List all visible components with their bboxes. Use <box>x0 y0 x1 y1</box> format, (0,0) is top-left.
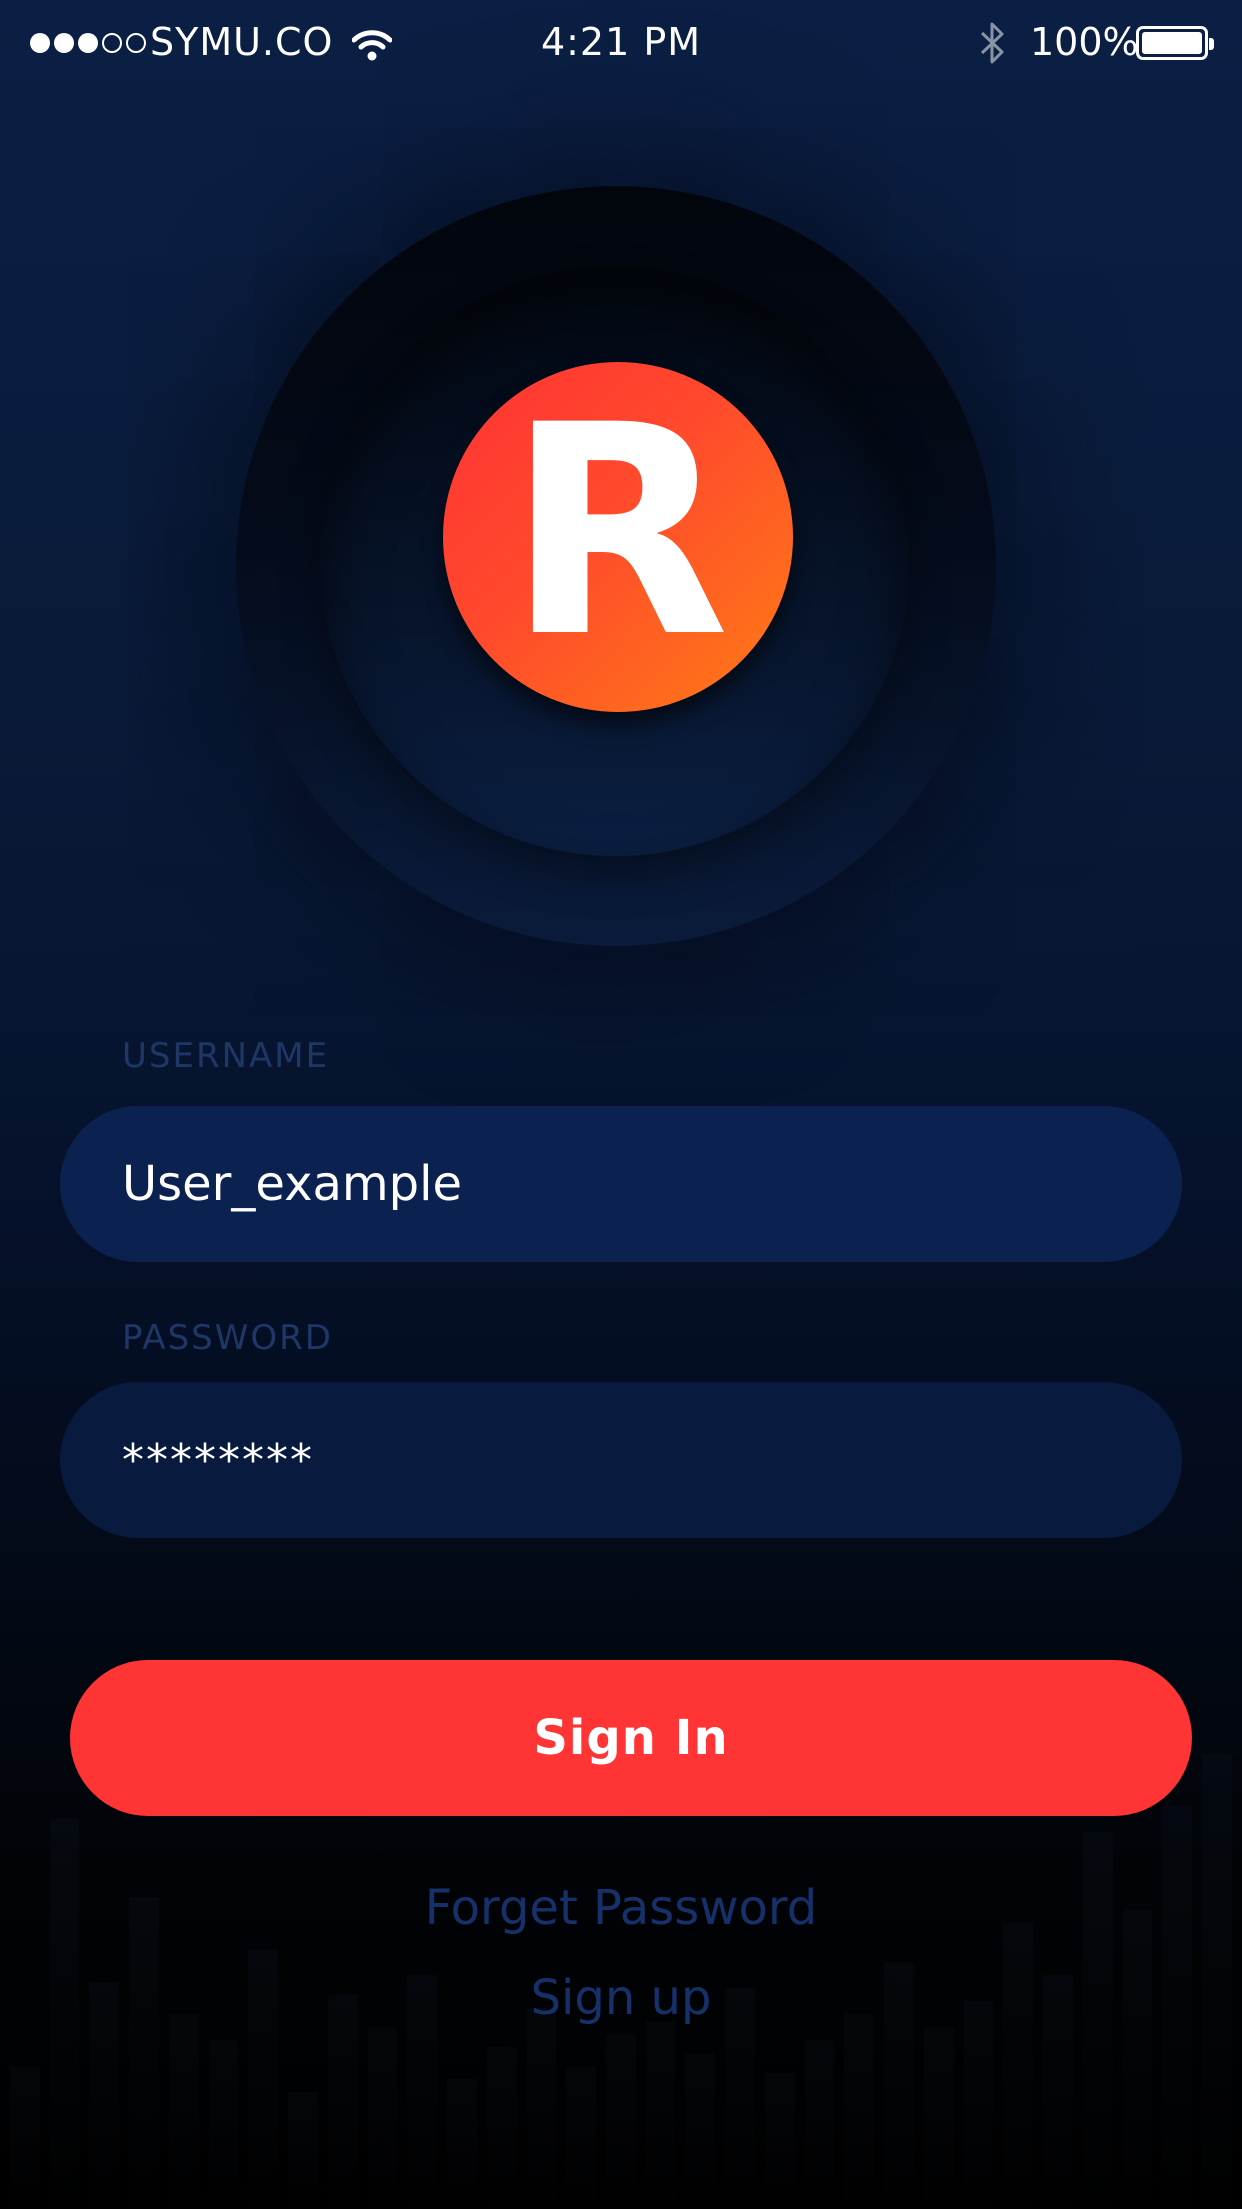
app-logo: R <box>443 362 793 712</box>
bluetooth-icon <box>978 20 1008 75</box>
sign-in-button[interactable]: Sign In <box>70 1660 1192 1816</box>
forget-password-link[interactable]: Forget Password <box>0 1880 1242 1936</box>
sign-up-link[interactable]: Sign up <box>0 1970 1242 2026</box>
password-label: PASSWORD <box>122 1318 333 1358</box>
username-value: User_example <box>122 1156 463 1212</box>
username-label: USERNAME <box>122 1036 330 1076</box>
password-field[interactable]: ******** <box>60 1382 1182 1538</box>
battery-percentage: 100% <box>1030 20 1139 64</box>
username-field[interactable]: User_example <box>60 1106 1182 1262</box>
status-bar: SYMU.CO 4:21 PM 100% <box>0 0 1242 86</box>
password-value: ******** <box>122 1434 314 1486</box>
logo-letter: R <box>506 364 730 701</box>
battery-icon <box>1136 26 1214 60</box>
